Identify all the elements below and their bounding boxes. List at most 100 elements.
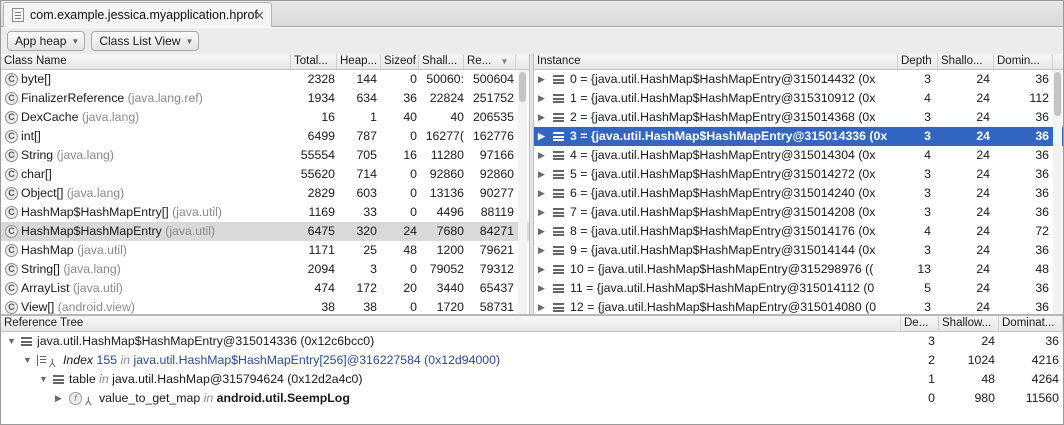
class-icon: C xyxy=(5,282,18,295)
class-row[interactable]: C String (java.lang) 55554 705 16 11280 97166 xyxy=(1,146,529,165)
class-icon: C xyxy=(5,187,18,200)
instance-row[interactable]: ▶ 11 = {java.util.HashMap$HashMapEntry@31… xyxy=(534,279,1063,298)
class-list-scroll-thumb[interactable] xyxy=(519,72,526,102)
column-header-retained-size[interactable]: Re... ▼ xyxy=(464,54,516,70)
expand-arrow-icon[interactable]: ▶ xyxy=(538,298,545,314)
expand-arrow-icon[interactable]: ▶ xyxy=(538,279,545,298)
heap-count: 3 xyxy=(370,262,377,276)
class-row[interactable]: C HashMap (java.util) 1171 25 48 1200 79621 xyxy=(1,241,529,260)
instance-row[interactable]: ▶ 0 = {java.util.HashMap$HashMapEntry@315… xyxy=(534,70,1063,89)
column-header-ref-depth[interactable]: De... xyxy=(901,316,939,332)
class-name-cell: HashMap$HashMapEntry[] (java.util) xyxy=(21,203,291,222)
class-row[interactable]: Cint[] 6499 787 0 16277(162776 xyxy=(1,127,529,146)
column-header-ref-shallow[interactable]: Shallow... xyxy=(939,316,999,332)
column-header-heap-count[interactable]: Heap... xyxy=(337,54,381,70)
view-selector-combo[interactable]: Class List View ▼ xyxy=(91,31,200,51)
class-row[interactable]: Cchar[] 55620 714 0 92860 92860 xyxy=(1,165,529,184)
heap-count: 144 xyxy=(356,72,377,86)
heap-selector-combo[interactable]: App heap ▼ xyxy=(7,31,86,51)
class-row[interactable]: C DexCache (java.lang) 16 1 40 40 206535 xyxy=(1,108,529,127)
reference-tree-row[interactable]: ▶ f ⅄ value_to_get_map in android.util.Seem… xyxy=(1,389,1063,408)
class-row[interactable]: C String[] (java.lang) 2094 3 0 79052 79312 xyxy=(1,260,529,279)
instance-dominating: 112 xyxy=(1029,91,1049,105)
reference-text: Index 155 in java.util.HashMap$HashMapEn… xyxy=(63,351,891,370)
instance-row[interactable]: ▶ 10 = {java.util.HashMap$HashMapEntry@31… xyxy=(534,260,1063,279)
heap-count: 320 xyxy=(356,224,377,238)
collapse-arrow-icon[interactable]: ▼ xyxy=(7,332,16,351)
expand-arrow-icon[interactable]: ▶ xyxy=(538,70,545,89)
class-row[interactable]: Cbyte[] 2328 144 0 50060: 500604 xyxy=(1,70,529,89)
class-row[interactable]: C ArrayList (java.util) 474 172 20 3440 65437 xyxy=(1,279,529,298)
retained-size: 162776 xyxy=(472,129,514,143)
collapse-arrow-icon[interactable]: ▼ xyxy=(23,351,32,370)
class-row[interactable]: C Object[] (java.lang) 2829 603 0 13136 90277 xyxy=(1,184,529,203)
class-row[interactable]: C FinalizerReference (java.lang.ref) 1934 6… xyxy=(1,89,529,108)
expand-arrow-icon[interactable]: ▶ xyxy=(538,260,545,279)
class-icon: C xyxy=(5,111,18,124)
class-row[interactable]: C View[] (android.view) 38 38 0 1720 58731 xyxy=(1,298,529,314)
collapse-arrow-icon[interactable]: ▼ xyxy=(39,370,48,389)
instance-row[interactable]: ▶ 12 = {java.util.HashMap$HashMapEntry@31… xyxy=(534,298,1063,314)
instance-row[interactable]: ▶ 1 = {java.util.HashMap$HashMapEntry@315… xyxy=(534,89,1063,108)
instance-row[interactable]: ▶ 5 = {java.util.HashMap$HashMapEntry@315… xyxy=(534,165,1063,184)
column-header-sizeof[interactable]: Sizeof xyxy=(381,54,419,70)
shallow-size: 16277( xyxy=(425,129,464,143)
hprof-file-tab[interactable]: com.example.jessica.myapplication.hprof … xyxy=(3,2,272,27)
column-header-ref-dominating[interactable]: Dominat... xyxy=(999,316,1063,332)
instance-row[interactable]: ▶ 8 = {java.util.HashMap$HashMapEntry@315… xyxy=(534,222,1063,241)
class-name: HashMap$HashMapEntry[] xyxy=(21,205,169,219)
instance-icon xyxy=(553,189,564,198)
static-field-icon: f xyxy=(69,392,82,405)
column-header-dominating[interactable]: Domin... xyxy=(994,54,1053,70)
heap-count: 1 xyxy=(370,110,377,124)
column-header-total-count[interactable]: Total... xyxy=(291,54,337,70)
column-header-instance[interactable]: Instance xyxy=(534,54,898,70)
total-count: 2328 xyxy=(307,72,335,86)
expand-arrow-icon[interactable]: ▶ xyxy=(538,89,545,108)
class-list-scrollbar[interactable] xyxy=(518,70,527,314)
class-package: (java.lang) xyxy=(56,148,114,162)
expand-arrow-icon[interactable]: ▶ xyxy=(538,184,545,203)
column-header-shallow-size[interactable]: Shall... xyxy=(419,54,464,70)
expand-arrow-icon[interactable]: ▶ xyxy=(538,165,545,184)
sizeof-value: 0 xyxy=(410,72,417,86)
instance-label: 3 = {java.util.HashMap$HashMapEntry@3150… xyxy=(570,129,888,143)
retained-size: 79312 xyxy=(479,262,514,276)
instance-scroll-thumb[interactable] xyxy=(1054,72,1061,116)
instance-row[interactable]: ▶ 3 = {java.util.HashMap$HashMapEntry@315… xyxy=(534,127,1063,146)
instance-row[interactable]: ▶ 7 = {java.util.HashMap$HashMapEntry@315… xyxy=(534,203,1063,222)
instance-depth: 4 xyxy=(924,224,931,238)
class-name-cell: int[] xyxy=(21,127,291,146)
expand-arrow-icon[interactable]: ▶ xyxy=(538,241,545,260)
expand-arrow-icon[interactable]: ▶ xyxy=(538,222,545,241)
retained-size: 65437 xyxy=(479,281,514,295)
retained-size: 500604 xyxy=(472,72,514,86)
column-header-depth[interactable]: Depth xyxy=(898,54,938,70)
instance-row[interactable]: ▶ 2 = {java.util.HashMap$HashMapEntry@315… xyxy=(534,108,1063,127)
instance-table-header: Instance Depth Shallo... Domin... xyxy=(534,54,1063,70)
column-header-reference-tree[interactable]: Reference Tree xyxy=(1,316,901,332)
expand-arrow-icon[interactable]: ▶ xyxy=(538,203,545,222)
reference-tree-body: ▼ java.util.HashMap$HashMapEntry@31501433… xyxy=(1,332,1063,408)
column-header-shallow[interactable]: Shallo... xyxy=(938,54,994,70)
expand-arrow-icon[interactable]: ▶ xyxy=(538,108,545,127)
instance-scrollbar[interactable] xyxy=(1053,70,1062,314)
class-row[interactable]: C HashMap$HashMapEntry[] (java.util) 1169 3… xyxy=(1,203,529,222)
reference-tree-row[interactable]: ▼ ⅄ Index 155 in java.util.HashMap$HashMap… xyxy=(1,351,1063,370)
reference-tree-row[interactable]: ▼ table in java.util.HashMap@315794624 (0… xyxy=(1,370,1063,389)
close-icon[interactable]: ✕ xyxy=(254,8,265,24)
instance-row[interactable]: ▶ 6 = {java.util.HashMap$HashMapEntry@315… xyxy=(534,184,1063,203)
heap-count: 705 xyxy=(356,148,377,162)
expand-arrow-icon[interactable]: ▶ xyxy=(538,146,545,165)
column-header-class-name[interactable]: Class Name xyxy=(1,54,291,70)
instance-panel: Instance Depth Shallo... Domin... ▶ 0 = {… xyxy=(534,54,1063,314)
reference-tree-row[interactable]: ▼ java.util.HashMap$HashMapEntry@31501433… xyxy=(1,332,1063,351)
sizeof-value: 0 xyxy=(410,129,417,143)
instance-depth: 3 xyxy=(924,186,931,200)
class-row[interactable]: C HashMap$HashMapEntry (java.util) 6475 320… xyxy=(1,222,529,241)
instance-row[interactable]: ▶ 4 = {java.util.HashMap$HashMapEntry@315… xyxy=(534,146,1063,165)
class-name: String xyxy=(21,148,54,162)
instance-row[interactable]: ▶ 9 = {java.util.HashMap$HashMapEntry@315… xyxy=(534,241,1063,260)
expand-arrow-icon[interactable]: ▶ xyxy=(55,389,62,408)
expand-arrow-icon[interactable]: ▶ xyxy=(538,127,545,146)
